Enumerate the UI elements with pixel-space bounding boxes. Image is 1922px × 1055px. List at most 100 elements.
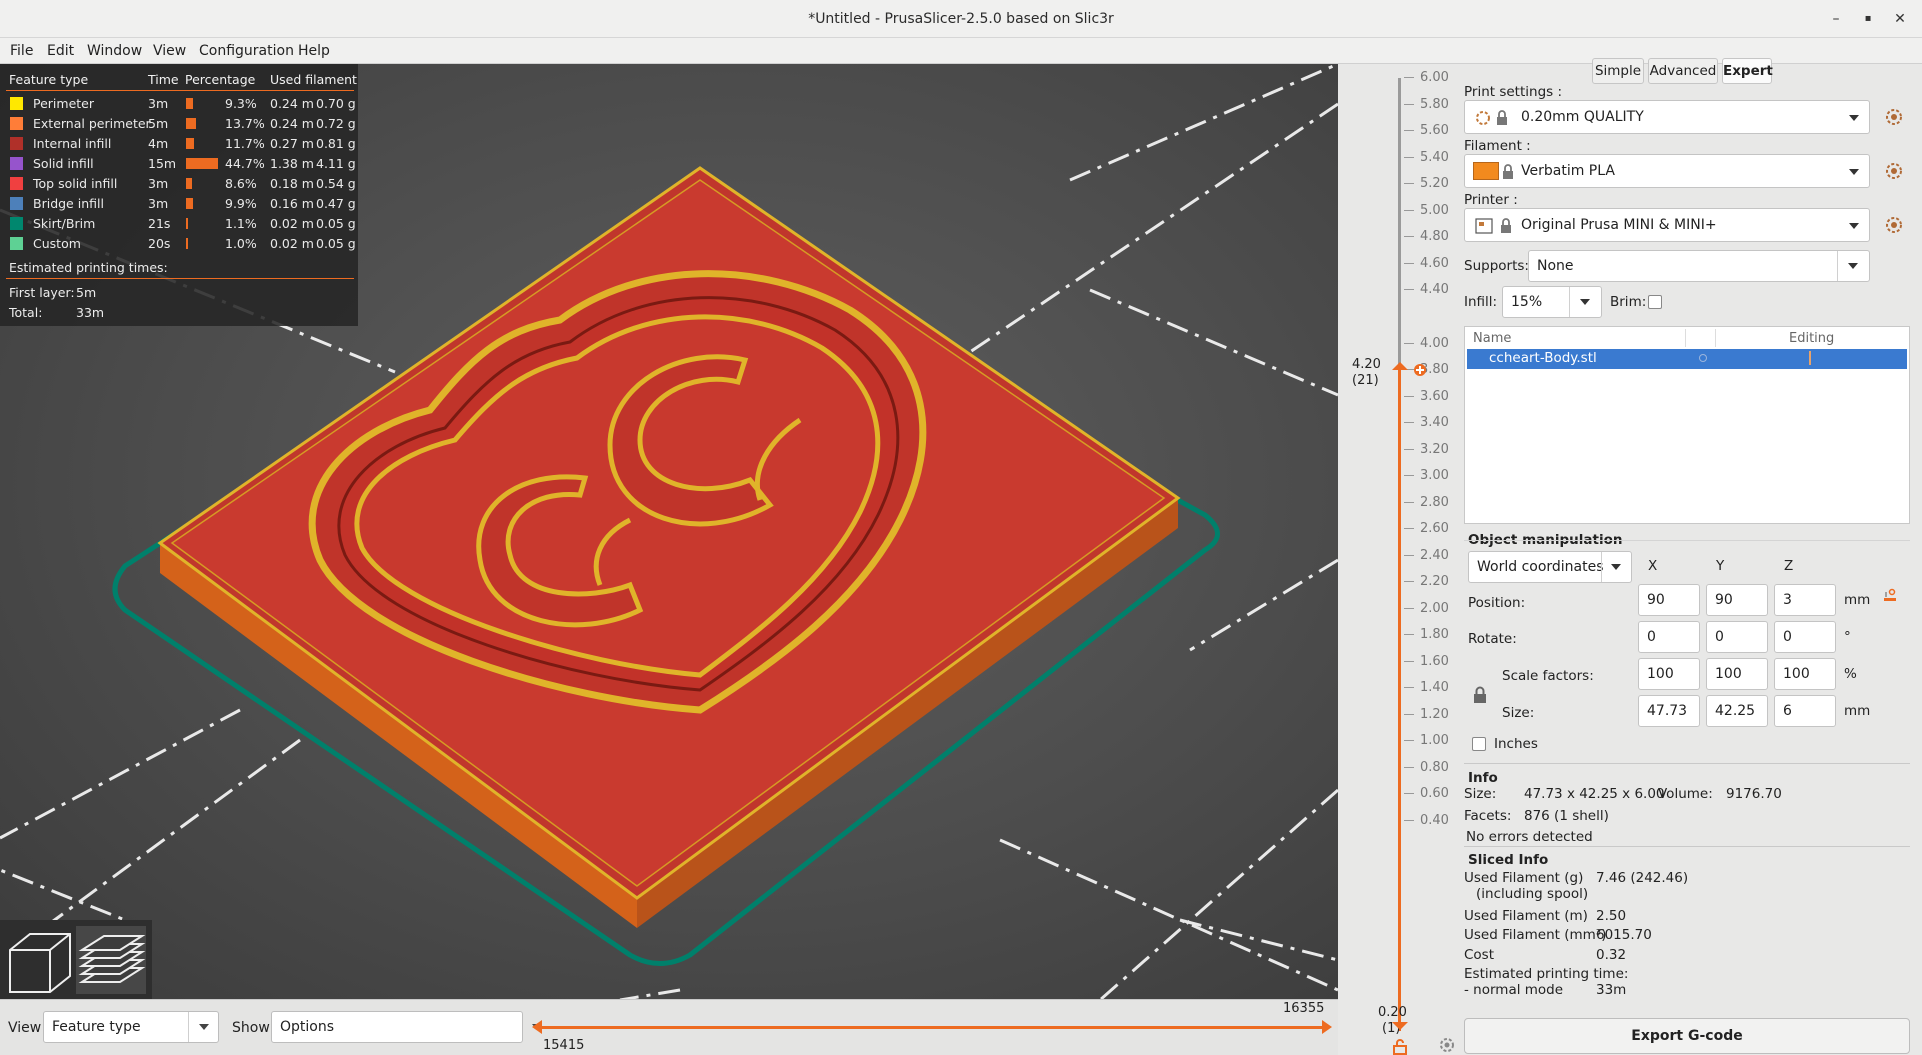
axis-x-label: X (1648, 558, 1658, 574)
minimize-button[interactable]: – (1826, 9, 1846, 29)
position-z-input[interactable]: 3 (1774, 584, 1836, 616)
info-facets-value: 876 (1 shell) (1524, 808, 1609, 824)
slider-right-thumb[interactable] (1322, 1020, 1332, 1034)
object-list[interactable]: Name Editing ccheart-Body.stl (1464, 326, 1910, 524)
legend-swatch (10, 137, 23, 150)
mode-simple-button[interactable]: Simple (1592, 58, 1644, 84)
legend-percentage: 1.1% (225, 216, 257, 231)
chevron-down-icon (1849, 115, 1859, 121)
legend-row: Perimeter 3m 9.3% 0.24 m 0.70 g (0, 94, 358, 114)
rotate-y-input[interactable]: 0 (1706, 621, 1768, 653)
printer-gear-icon[interactable] (1884, 215, 1904, 235)
layer-tick-label: 0.80 (1384, 760, 1462, 775)
view-label: View (8, 1020, 42, 1036)
size-y-input[interactable]: 42.25 (1706, 695, 1768, 727)
legend-swatch (10, 217, 23, 230)
sliced-info-label: Used Filament (m) (1464, 908, 1588, 924)
layer-tick-label: 3.00 (1384, 468, 1462, 483)
filament-gear-icon[interactable] (1884, 161, 1904, 181)
export-gcode-button[interactable]: Export G-code (1464, 1018, 1910, 1054)
slider-left-thumb[interactable] (532, 1020, 542, 1034)
size-z-input[interactable]: 6 (1774, 695, 1836, 727)
menu-window[interactable]: Window (87, 43, 142, 59)
legend-swatch (10, 97, 23, 110)
legend-percentage-bar (186, 178, 192, 189)
horizontal-slider-track[interactable] (538, 1026, 1328, 1029)
menu-file[interactable]: File (10, 43, 33, 59)
rotate-z-input[interactable]: 0 (1774, 621, 1836, 653)
menu-view[interactable]: View (153, 43, 186, 59)
print-settings-select[interactable]: 0.20mm QUALITY (1464, 100, 1870, 134)
scale-z-input[interactable]: 100 (1774, 658, 1836, 690)
supports-select[interactable]: None (1528, 250, 1870, 282)
menu-help[interactable]: Help (298, 43, 330, 59)
size-unit: mm (1844, 703, 1871, 719)
position-x-input[interactable]: 90 (1638, 584, 1700, 616)
supports-arrow (1848, 263, 1858, 269)
mode-advanced-button[interactable]: Advanced (1648, 58, 1718, 84)
infill-select[interactable]: 15% (1502, 286, 1602, 318)
printer-value: Original Prusa MINI & MINI+ (1521, 217, 1717, 233)
menu-configuration[interactable]: Configuration (199, 43, 294, 59)
brim-label: Brim: (1610, 294, 1647, 310)
list-header-editing: Editing (1789, 331, 1835, 346)
printer-select[interactable]: Original Prusa MINI & MINI+ (1464, 208, 1870, 242)
first-layer-label: First layer: (9, 285, 75, 300)
layer-tick-label: 5.00 (1384, 203, 1462, 218)
infill-value: 15% (1511, 294, 1543, 310)
mode-expert-button[interactable]: Expert (1722, 58, 1773, 84)
preview-layers-icon[interactable] (76, 926, 146, 994)
lock-icon[interactable] (1392, 1039, 1408, 1055)
legend-percentage-bar (186, 98, 193, 109)
upper-thumb[interactable] (1390, 360, 1430, 380)
legend-feature-name: Bridge infill (33, 196, 104, 211)
show-options-select[interactable]: Options (271, 1011, 542, 1043)
layer-tick-label: 2.00 (1384, 601, 1462, 616)
position-y-input[interactable]: 90 (1706, 584, 1768, 616)
rotate-x-input[interactable]: 0 (1638, 621, 1700, 653)
brim-checkbox[interactable] (1648, 295, 1662, 309)
object-row-ccheart[interactable]: ccheart-Body.stl (1467, 349, 1907, 369)
legend-time: 5m (148, 116, 169, 131)
infill-label: Infill: (1464, 294, 1498, 310)
3d-view-icon[interactable] (9, 933, 71, 993)
filament-select[interactable]: Verbatim PLA (1464, 154, 1870, 188)
edit-icon[interactable] (1809, 351, 1815, 365)
legend-time: 4m (148, 136, 169, 151)
layer-tick-label: 5.20 (1384, 176, 1462, 191)
layer-tick-label: 2.20 (1384, 574, 1462, 589)
layer-tick-label: 0.60 (1384, 786, 1462, 801)
position-label: Position: (1468, 595, 1526, 611)
view-type-select[interactable]: Feature type (43, 1011, 219, 1043)
inches-checkbox[interactable] (1472, 737, 1486, 751)
maximize-button[interactable]: ▪ (1858, 9, 1878, 29)
legend-percentage-bar (186, 158, 218, 169)
sliced-info-title: Sliced Info (1468, 852, 1549, 868)
legend-percentage: 9.3% (225, 96, 257, 111)
title-bar: *Untitled - PrusaSlicer-2.5.0 based on S… (0, 0, 1922, 38)
legend-weight: 0.47 g (316, 196, 356, 211)
chevron-down-icon (1849, 223, 1859, 229)
lower-thumb[interactable] (1390, 1020, 1410, 1034)
coordinates-select[interactable]: World coordinates (1468, 551, 1632, 583)
legend-weight: 0.05 g (316, 216, 356, 231)
lock-icon[interactable] (1472, 686, 1488, 704)
size-x-input[interactable]: 47.73 (1638, 695, 1700, 727)
legend-row: Internal infill 4m 11.7% 0.27 m 0.81 g (0, 134, 358, 154)
layer-slider[interactable]: 6.00 5.80 5.60 5.40 5.20 5.00 4.80 4.60 4.40 4.00… (1338, 64, 1462, 1055)
menu-edit[interactable]: Edit (47, 43, 74, 59)
print-settings-gear-icon[interactable] (1884, 107, 1904, 127)
gear-icon[interactable] (1438, 1036, 1456, 1054)
legend-swatch (10, 197, 23, 210)
rotate-unit: ° (1844, 629, 1851, 645)
axis-z-label: Z (1784, 558, 1794, 574)
legend-weight: 0.54 g (316, 176, 356, 191)
section-divider (1464, 846, 1910, 847)
scale-y-input[interactable]: 100 (1706, 658, 1768, 690)
filament-label: Filament : (1464, 138, 1531, 154)
legend-divider-2 (6, 278, 354, 279)
view-toolbar (0, 920, 152, 999)
scale-x-input[interactable]: 100 (1638, 658, 1700, 690)
drop-to-bed-icon[interactable] (1882, 588, 1898, 604)
close-button[interactable]: ✕ (1890, 9, 1910, 29)
